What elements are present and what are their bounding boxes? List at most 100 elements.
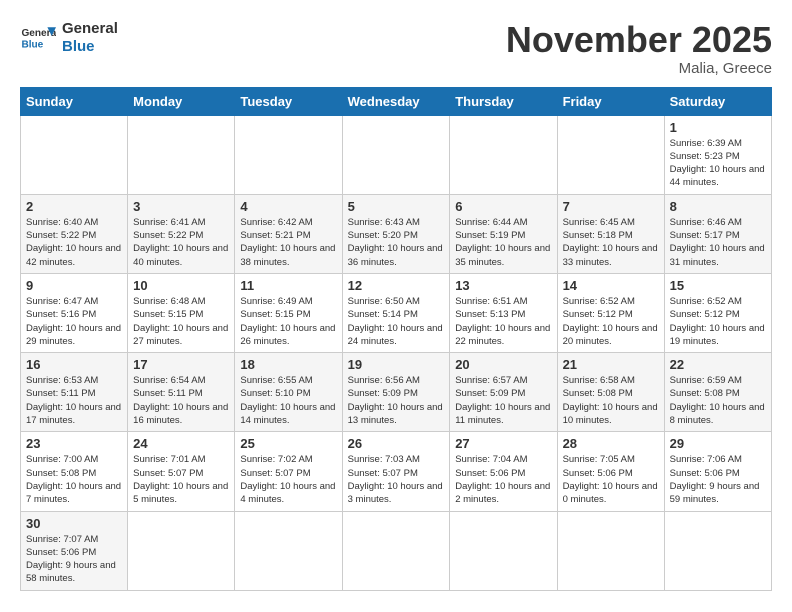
calendar-cell: 21Sunrise: 6:58 AM Sunset: 5:08 PM Dayli… — [557, 353, 664, 432]
calendar-cell: 27 Sunrise: 7:04 AM Sunset: 5:06 PM Dayli… — [450, 432, 557, 511]
day-info: Sunrise: 7:00 AM Sunset: 5:08 PM Dayligh… — [26, 453, 122, 506]
day-info: Sunrise: 6:58 AM Sunset: 5:08 PM Dayligh… — [563, 374, 659, 427]
logo-general: General — [62, 20, 118, 38]
calendar-cell: 14 Sunrise: 6:52 AM Sunset: 5:12 PM Dayli… — [557, 273, 664, 352]
calendar-cell: 18 Sunrise: 6:55 AM Sunset: 5:10 PM Dayli… — [235, 353, 342, 432]
calendar-cell: 2Sunrise: 6:40 AM Sunset: 5:22 PM Daylig… — [21, 194, 128, 273]
day-info: Sunrise: 6:56 AM Sunset: 5:09 PM Dayligh… — [348, 374, 445, 427]
day-number: 19 — [348, 357, 445, 372]
logo-icon: General Blue — [20, 20, 56, 56]
day-number: 30 — [26, 516, 122, 531]
day-info: Sunrise: 6:57 AM Sunset: 5:09 PM Dayligh… — [455, 374, 551, 427]
day-info: Sunrise: 7:02 AM Sunset: 5:07 PM Dayligh… — [240, 453, 336, 506]
week-row-4: 16 Sunrise: 6:53 AM Sunset: 5:11 PM Dayli… — [21, 353, 772, 432]
calendar-cell: 10Sunrise: 6:48 AM Sunset: 5:15 PM Dayli… — [128, 273, 235, 352]
day-header-thursday: Thursday — [450, 87, 557, 115]
day-info: Sunrise: 6:52 AM Sunset: 5:12 PM Dayligh… — [670, 295, 766, 348]
day-number: 20 — [455, 357, 551, 372]
calendar-cell: 17Sunrise: 6:54 AM Sunset: 5:11 PM Dayli… — [128, 353, 235, 432]
calendar-cell — [664, 511, 771, 590]
day-info: Sunrise: 6:52 AM Sunset: 5:12 PM Dayligh… — [563, 295, 659, 348]
day-number: 1 — [670, 120, 766, 135]
day-info: Sunrise: 7:05 AM Sunset: 5:06 PM Dayligh… — [563, 453, 659, 506]
calendar-cell: 15Sunrise: 6:52 AM Sunset: 5:12 PM Dayli… — [664, 273, 771, 352]
week-row-3: 9 Sunrise: 6:47 AM Sunset: 5:16 PM Daylig… — [21, 273, 772, 352]
day-number: 27 — [455, 436, 551, 451]
day-number: 14 — [563, 278, 659, 293]
calendar-cell: 12 Sunrise: 6:50 AM Sunset: 5:14 PM Dayli… — [342, 273, 450, 352]
day-number: 4 — [240, 199, 336, 214]
day-info: Sunrise: 7:07 AM Sunset: 5:06 PM Dayligh… — [26, 533, 122, 586]
calendar-cell — [128, 511, 235, 590]
calendar-cell: 1 Sunrise: 6:39 AM Sunset: 5:23 PM Daylig… — [664, 115, 771, 194]
calendar-cell — [21, 115, 128, 194]
day-number: 29 — [670, 436, 766, 451]
calendar-cell — [342, 511, 450, 590]
day-info: Sunrise: 6:55 AM Sunset: 5:10 PM Dayligh… — [240, 374, 336, 427]
day-number: 12 — [348, 278, 445, 293]
logo: General Blue General Blue — [20, 20, 118, 56]
day-info: Sunrise: 7:04 AM Sunset: 5:06 PM Dayligh… — [455, 453, 551, 506]
day-info: Sunrise: 6:51 AM Sunset: 5:13 PM Dayligh… — [455, 295, 551, 348]
day-info: Sunrise: 6:53 AM Sunset: 5:11 PM Dayligh… — [26, 374, 122, 427]
day-info: Sunrise: 6:47 AM Sunset: 5:16 PM Dayligh… — [26, 295, 122, 348]
calendar-cell — [450, 511, 557, 590]
calendar-cell: 6Sunrise: 6:44 AM Sunset: 5:19 PM Daylig… — [450, 194, 557, 273]
day-number: 5 — [348, 199, 445, 214]
calendar-header-row: SundayMondayTuesdayWednesdayThursdayFrid… — [21, 87, 772, 115]
day-info: Sunrise: 6:49 AM Sunset: 5:15 PM Dayligh… — [240, 295, 336, 348]
day-info: Sunrise: 6:45 AM Sunset: 5:18 PM Dayligh… — [563, 216, 659, 269]
day-info: Sunrise: 6:44 AM Sunset: 5:19 PM Dayligh… — [455, 216, 551, 269]
calendar-cell: 7 Sunrise: 6:45 AM Sunset: 5:18 PM Daylig… — [557, 194, 664, 273]
calendar-cell: 24Sunrise: 7:01 AM Sunset: 5:07 PM Dayli… — [128, 432, 235, 511]
day-number: 23 — [26, 436, 122, 451]
day-number: 11 — [240, 278, 336, 293]
day-info: Sunrise: 6:48 AM Sunset: 5:15 PM Dayligh… — [133, 295, 229, 348]
week-row-2: 2Sunrise: 6:40 AM Sunset: 5:22 PM Daylig… — [21, 194, 772, 273]
month-title: November 2025 — [506, 20, 772, 60]
calendar-cell: 23 Sunrise: 7:00 AM Sunset: 5:08 PM Dayli… — [21, 432, 128, 511]
day-number: 9 — [26, 278, 122, 293]
calendar-cell — [557, 511, 664, 590]
day-number: 16 — [26, 357, 122, 372]
logo-blue: Blue — [62, 38, 118, 56]
calendar-cell: 9 Sunrise: 6:47 AM Sunset: 5:16 PM Daylig… — [21, 273, 128, 352]
day-number: 3 — [133, 199, 229, 214]
day-info: Sunrise: 6:59 AM Sunset: 5:08 PM Dayligh… — [670, 374, 766, 427]
week-row-5: 23 Sunrise: 7:00 AM Sunset: 5:08 PM Dayli… — [21, 432, 772, 511]
calendar-cell: 26 Sunrise: 7:03 AM Sunset: 5:07 PM Dayli… — [342, 432, 450, 511]
calendar-cell: 25 Sunrise: 7:02 AM Sunset: 5:07 PM Dayli… — [235, 432, 342, 511]
week-row-1: 1 Sunrise: 6:39 AM Sunset: 5:23 PM Daylig… — [21, 115, 772, 194]
day-info: Sunrise: 6:39 AM Sunset: 5:23 PM Dayligh… — [670, 137, 766, 190]
day-header-friday: Friday — [557, 87, 664, 115]
calendar-cell: 20 Sunrise: 6:57 AM Sunset: 5:09 PM Dayli… — [450, 353, 557, 432]
day-header-monday: Monday — [128, 87, 235, 115]
svg-text:Blue: Blue — [21, 39, 43, 50]
day-number: 2 — [26, 199, 122, 214]
day-number: 25 — [240, 436, 336, 451]
day-info: Sunrise: 7:03 AM Sunset: 5:07 PM Dayligh… — [348, 453, 445, 506]
calendar-cell: 13Sunrise: 6:51 AM Sunset: 5:13 PM Dayli… — [450, 273, 557, 352]
calendar-cell: 30 Sunrise: 7:07 AM Sunset: 5:06 PM Dayli… — [21, 511, 128, 590]
calendar-cell — [128, 115, 235, 194]
day-info: Sunrise: 7:01 AM Sunset: 5:07 PM Dayligh… — [133, 453, 229, 506]
day-number: 7 — [563, 199, 659, 214]
day-number: 22 — [670, 357, 766, 372]
day-info: Sunrise: 6:46 AM Sunset: 5:17 PM Dayligh… — [670, 216, 766, 269]
calendar-cell: 5Sunrise: 6:43 AM Sunset: 5:20 PM Daylig… — [342, 194, 450, 273]
day-header-tuesday: Tuesday — [235, 87, 342, 115]
day-number: 18 — [240, 357, 336, 372]
day-info: Sunrise: 6:41 AM Sunset: 5:22 PM Dayligh… — [133, 216, 229, 269]
day-info: Sunrise: 6:50 AM Sunset: 5:14 PM Dayligh… — [348, 295, 445, 348]
day-header-wednesday: Wednesday — [342, 87, 450, 115]
day-header-sunday: Sunday — [21, 87, 128, 115]
day-number: 26 — [348, 436, 445, 451]
calendar-cell — [235, 511, 342, 590]
day-number: 8 — [670, 199, 766, 214]
calendar-cell: 4Sunrise: 6:42 AM Sunset: 5:21 PM Daylig… — [235, 194, 342, 273]
page-header: General Blue General Blue November 2025 … — [20, 20, 772, 77]
day-info: Sunrise: 6:54 AM Sunset: 5:11 PM Dayligh… — [133, 374, 229, 427]
day-number: 28 — [563, 436, 659, 451]
day-info: Sunrise: 7:06 AM Sunset: 5:06 PM Dayligh… — [670, 453, 766, 506]
calendar-cell: 28 Sunrise: 7:05 AM Sunset: 5:06 PM Dayli… — [557, 432, 664, 511]
